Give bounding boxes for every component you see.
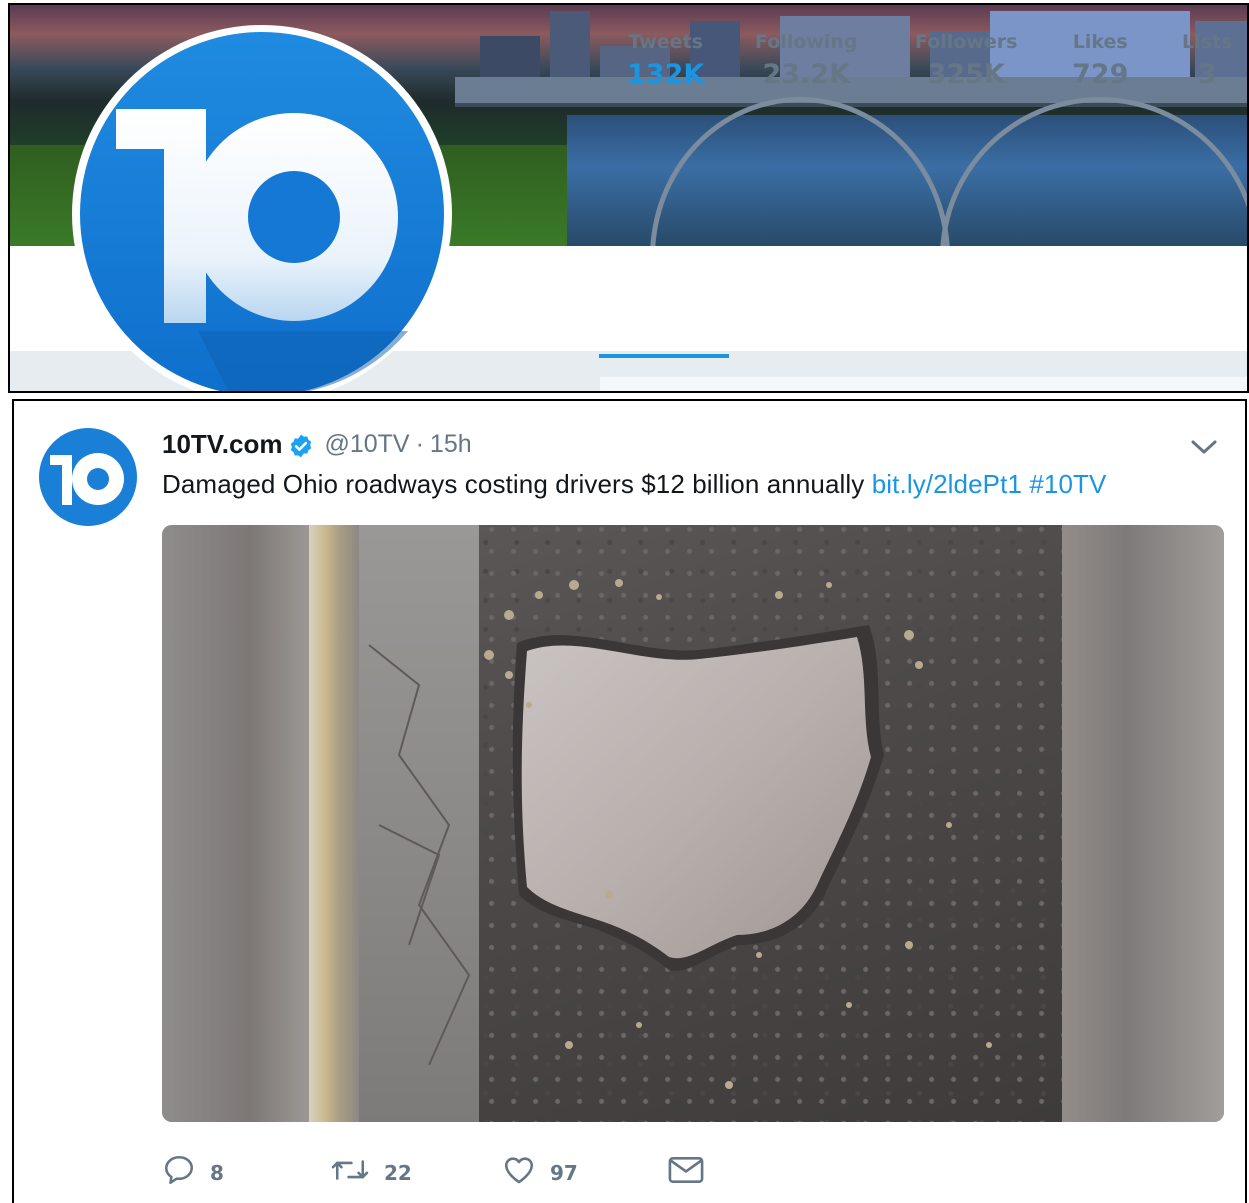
stat-lists[interactable]: Lists 3 (1182, 31, 1232, 90)
retweet-button[interactable]: 22 (330, 1153, 412, 1187)
stat-following[interactable]: Following 23.2K (755, 31, 858, 90)
tweet-body-text: Damaged Ohio roadways costing drivers $1… (162, 469, 865, 499)
active-tab-underline (599, 354, 729, 358)
author-display-name[interactable]: 10TV.com (162, 429, 282, 460)
tweet-header: 10TV.com @10TV · 15h (162, 429, 472, 460)
reply-button[interactable]: 8 (162, 1153, 224, 1187)
stat-value: 729 (1072, 59, 1129, 90)
tweet-link[interactable]: bit.ly/2ldePt1 (872, 469, 1022, 499)
stat-value: 23.2K (762, 59, 851, 90)
tweet-hashtag[interactable]: #10TV (1029, 469, 1106, 499)
direct-message-button[interactable] (667, 1153, 705, 1187)
tweet-card[interactable]: 10TV.com @10TV · 15h Damaged Ohio roadwa… (12, 399, 1247, 1203)
stat-tweets[interactable]: Tweets 132K (627, 31, 704, 90)
retweet-count: 22 (384, 1161, 412, 1185)
reply-count: 8 (210, 1161, 224, 1185)
stat-label: Following (755, 31, 858, 53)
tweet-author-avatar[interactable] (38, 427, 138, 527)
author-handle[interactable]: @10TV (324, 430, 409, 459)
envelope-icon (668, 1156, 704, 1184)
separator-dot: · (415, 430, 424, 458)
retweet-icon (331, 1160, 369, 1180)
10tv-logo-icon (80, 32, 444, 391)
chevron-down-icon[interactable] (1189, 437, 1219, 457)
stat-likes[interactable]: Likes 729 (1072, 31, 1128, 90)
stat-label: Likes (1072, 31, 1128, 53)
reply-icon (164, 1155, 194, 1185)
stat-value: 132K (627, 59, 705, 90)
pothole-photo (309, 525, 1062, 1122)
stat-value: 3 (1197, 59, 1217, 90)
ohio-shaped-puddle (368, 579, 992, 1089)
tweet-media-image[interactable] (162, 525, 1224, 1122)
stat-followers[interactable]: Followers 325K (915, 31, 1017, 90)
profile-header: Tweets 132K Following 23.2K Followers 32… (8, 3, 1249, 393)
tweet-text: Damaged Ohio roadways costing drivers $1… (162, 469, 1106, 500)
like-count: 97 (550, 1161, 578, 1185)
stat-label: Tweets (628, 31, 703, 53)
heart-icon (504, 1157, 534, 1184)
profile-avatar[interactable] (72, 25, 452, 391)
tweet-timestamp[interactable]: 15h (430, 430, 472, 459)
stat-value: 325K (927, 59, 1005, 90)
stat-label: Lists (1182, 31, 1233, 53)
like-button[interactable]: 97 (502, 1153, 578, 1187)
stat-label: Followers (915, 31, 1018, 53)
verified-badge-icon (291, 434, 312, 457)
